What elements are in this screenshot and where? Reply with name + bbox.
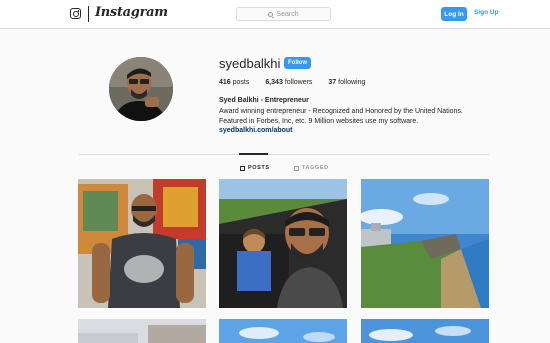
- followers-label: followers: [284, 79, 313, 86]
- top-navbar: Instagram Search Log In Sign Up: [0, 0, 550, 29]
- signup-link[interactable]: Sign Up: [474, 9, 499, 16]
- posts-count: 416: [219, 79, 231, 86]
- profile-avatar[interactable]: [109, 57, 173, 121]
- instagram-wordmark[interactable]: Instagram: [95, 5, 168, 20]
- tab-tagged-label: TAGGED: [302, 165, 329, 171]
- tabs-divider: [79, 154, 489, 155]
- followers-count: 6,343: [265, 79, 283, 86]
- tab-tagged[interactable]: TAGGED: [294, 165, 329, 171]
- post-thumbnail[interactable]: [78, 319, 206, 343]
- post-thumbnail[interactable]: [361, 319, 489, 343]
- bio-line: Featured in Forbes, Inc, etc. 9 Million …: [219, 118, 419, 125]
- nav-divider: [88, 6, 89, 22]
- tab-posts-label: POSTS: [248, 165, 270, 171]
- search-input[interactable]: Search: [236, 7, 331, 21]
- bio-line: Award winning entrepreneur - Recognized …: [219, 108, 463, 115]
- profile-full-name: Syed Balkhi - Entrepreneur: [219, 97, 309, 104]
- profile-bio: Award winning entrepreneur - Recognized …: [219, 107, 509, 127]
- followers-stat[interactable]: 6,343 followers: [265, 79, 312, 86]
- instagram-camera-icon[interactable]: [70, 8, 81, 19]
- active-tab-indicator: [239, 153, 268, 155]
- tag-icon: [294, 165, 299, 171]
- following-count: 37: [328, 79, 337, 86]
- post-thumbnail[interactable]: [219, 319, 347, 343]
- post-thumbnail[interactable]: [361, 179, 489, 308]
- login-button[interactable]: Log In: [441, 7, 467, 21]
- posts-stat: 416 posts: [219, 79, 249, 86]
- following-stat[interactable]: 37 following: [328, 79, 365, 86]
- post-thumbnail[interactable]: [219, 179, 347, 308]
- follow-button[interactable]: Follow: [284, 57, 311, 69]
- profile-username: syedbalkhi: [219, 56, 281, 71]
- search-placeholder: Search: [276, 10, 299, 18]
- search-icon: [268, 11, 274, 17]
- following-label: following: [338, 79, 366, 86]
- posts-label: posts: [232, 79, 250, 86]
- profile-stats: 416 posts 6,343 followers 37 following: [219, 79, 379, 86]
- tab-posts[interactable]: POSTS: [240, 165, 270, 171]
- grid-icon: [240, 165, 245, 171]
- post-thumbnail[interactable]: [78, 179, 206, 308]
- profile-website-link[interactable]: syedbalkhi.com/about: [219, 127, 293, 134]
